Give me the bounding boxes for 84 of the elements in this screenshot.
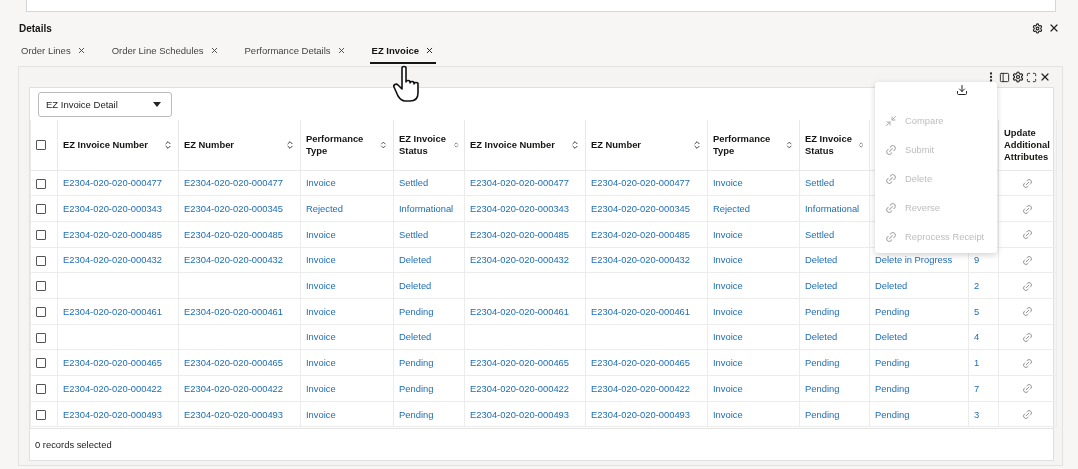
table-cell[interactable]: 4 (974, 331, 980, 343)
sort-icon[interactable] (379, 139, 388, 150)
table-cell[interactable]: Invoice (713, 331, 743, 343)
column-header: EZ Invoice Status (399, 132, 447, 157)
checkbox[interactable] (36, 307, 46, 318)
table-cell[interactable]: Invoice (306, 254, 336, 266)
column-header: EZ Invoice Status (805, 132, 853, 157)
table-cell[interactable]: 9 (974, 254, 980, 266)
checkbox[interactable] (36, 140, 46, 151)
section-title: Details (19, 22, 52, 34)
checkbox[interactable] (36, 358, 46, 369)
expand-icon[interactable] (1026, 71, 1037, 83)
column-header: EZ Invoice Number (63, 138, 148, 151)
table-cell[interactable]: Pending (875, 305, 910, 317)
table-cell[interactable]: Invoice (713, 408, 743, 420)
close-icon[interactable] (209, 46, 219, 55)
checkbox[interactable] (36, 178, 46, 189)
table-cell[interactable]: Deleted (875, 331, 908, 343)
table-cell[interactable]: Invoice (306, 228, 336, 240)
table-cell[interactable]: Invoice (713, 177, 743, 189)
sort-icon[interactable] (285, 139, 295, 150)
table-cell[interactable]: Settled (805, 177, 835, 189)
table-cell[interactable]: Invoice (713, 228, 743, 240)
tab[interactable]: Order Lines (19, 45, 88, 64)
checkbox[interactable] (36, 281, 46, 292)
caret-icon (153, 102, 161, 107)
close-icon[interactable] (76, 46, 86, 55)
table-cell[interactable]: Pending (875, 382, 910, 394)
table-cell[interactable]: Invoice (713, 305, 743, 317)
close-icon[interactable] (1039, 71, 1051, 83)
table-cell[interactable]: Pending (875, 408, 910, 420)
column-header: Performance Type (306, 132, 365, 157)
table-cell[interactable]: Invoice (306, 331, 336, 343)
tab[interactable]: Performance Details (242, 45, 348, 64)
table-cell[interactable]: Invoice (713, 357, 743, 369)
table-cell[interactable]: Invoice (713, 382, 743, 394)
table-cell[interactable]: Settled (399, 228, 429, 240)
download-icon[interactable] (956, 84, 968, 96)
table-cell[interactable]: 2 (974, 280, 980, 292)
table-cell[interactable]: Settled (399, 177, 429, 189)
sort-icon[interactable] (452, 139, 459, 150)
checkbox[interactable] (36, 204, 46, 215)
table-cell[interactable]: Invoice (306, 305, 336, 317)
table-cell[interactable]: Rejected (306, 203, 343, 215)
table-cell[interactable]: Settled (805, 228, 835, 240)
table-cell[interactable]: Invoice (713, 254, 743, 266)
table-cell[interactable]: Deleted (875, 280, 908, 292)
table-cell[interactable]: Invoice (713, 280, 743, 292)
settings-icon[interactable] (1012, 71, 1024, 83)
table-cell[interactable]: Invoice (306, 382, 336, 394)
checkbox[interactable] (36, 332, 46, 343)
panel-icon[interactable] (999, 71, 1010, 83)
sort-icon[interactable] (163, 139, 173, 150)
view-dropdown[interactable]: EZ Invoice Detail (38, 92, 172, 117)
table-cell[interactable]: 7 (974, 382, 980, 394)
sort-icon[interactable] (570, 139, 580, 150)
column-header: Performance Type (713, 132, 772, 157)
column-header: EZ Number (184, 138, 234, 151)
compare-icon (885, 114, 897, 127)
close-icon[interactable] (1048, 22, 1060, 34)
tab[interactable]: Order Line Schedules (109, 45, 221, 64)
table-cell[interactable]: Invoice (306, 280, 336, 292)
close-icon[interactable] (425, 46, 435, 55)
sort-icon[interactable] (692, 139, 702, 150)
checkbox[interactable] (36, 384, 46, 395)
checkbox[interactable] (36, 255, 46, 266)
column-header: EZ Invoice Number (470, 138, 555, 151)
tab[interactable]: EZ Invoice (369, 45, 437, 64)
table-cell[interactable]: 1 (974, 357, 980, 369)
table-cell[interactable]: 5 (974, 305, 980, 317)
settings-icon[interactable] (1032, 22, 1043, 34)
checkbox[interactable] (36, 229, 46, 240)
column-header: Update Additional Attributes (1004, 126, 1051, 163)
close-icon[interactable] (336, 46, 346, 55)
table-cell[interactable]: 3 (974, 408, 980, 420)
table-cell[interactable]: Pending (875, 357, 910, 369)
table-cell[interactable]: Invoice (306, 177, 336, 189)
records-count: 0 records selected (35, 439, 112, 450)
sort-icon[interactable] (785, 139, 794, 150)
table-cell[interactable]: Rejected (713, 203, 750, 215)
column-header: EZ Number (591, 138, 641, 151)
table-cell[interactable]: Invoice (306, 408, 336, 420)
table-cell[interactable]: Invoice (306, 357, 336, 369)
checkbox[interactable] (36, 409, 46, 420)
